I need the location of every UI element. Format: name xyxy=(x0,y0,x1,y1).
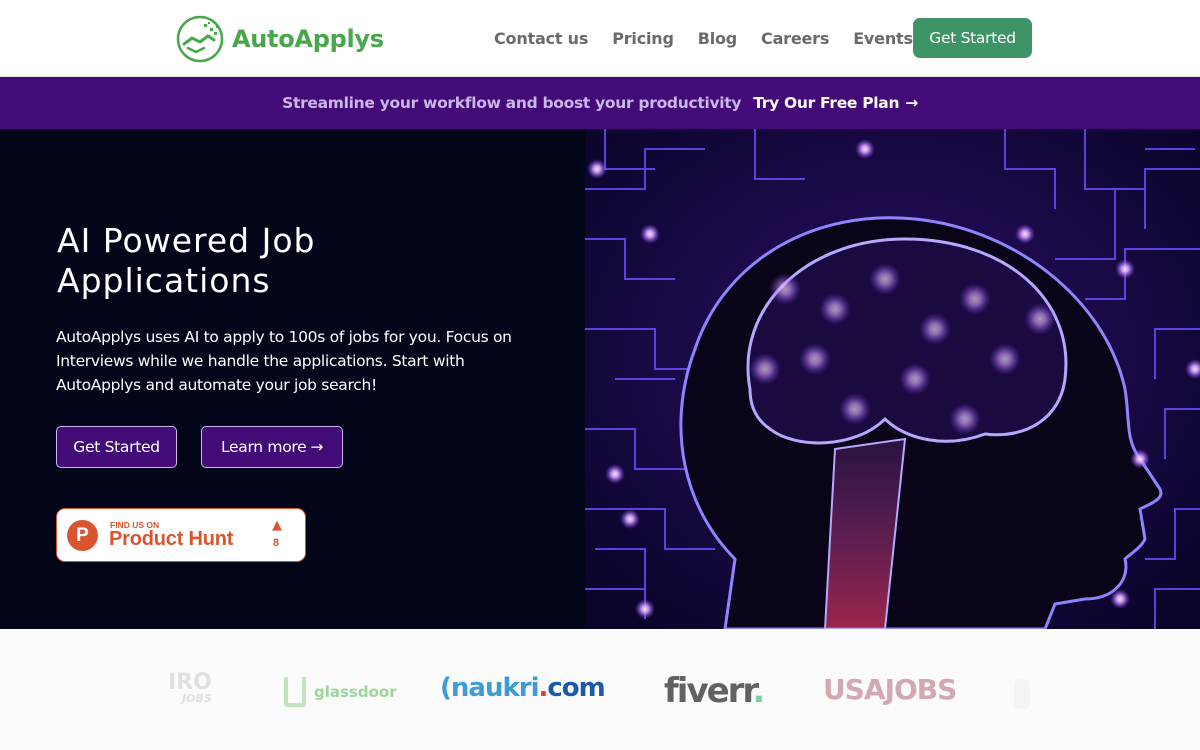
product-hunt-name: Product Hunt xyxy=(109,528,234,550)
learn-more-button[interactable]: Learn more → xyxy=(201,426,343,468)
partner-logo-faded xyxy=(1014,679,1030,709)
glow-dot xyxy=(635,599,655,619)
hero-get-started-button[interactable]: Get Started xyxy=(56,426,177,468)
header-get-started-button[interactable]: Get Started xyxy=(913,18,1032,58)
partner-logo-fiverr-text: fiverr xyxy=(664,671,754,711)
nav-events[interactable]: Events xyxy=(853,29,913,48)
glow-dot xyxy=(749,353,781,385)
nav-blog[interactable]: Blog xyxy=(698,29,738,48)
glow-dot xyxy=(959,283,991,315)
partner-logo-iro-sub: JOBS xyxy=(182,692,212,705)
glow-dot xyxy=(1024,303,1056,335)
promo-text: Streamline your workflow and boost your … xyxy=(282,94,742,112)
glow-dot xyxy=(855,139,875,159)
glow-dot xyxy=(769,273,801,305)
arrow-right-icon: → xyxy=(905,94,918,112)
naukri-swoosh-icon: ( xyxy=(440,673,452,703)
ai-brain-illustration xyxy=(585,129,1200,629)
hero-title-line1: AI Powered Job xyxy=(57,221,316,260)
site-header: AutoApplys Contact us Pricing Blog Caree… xyxy=(0,0,1200,77)
partner-logo-naukri-text: naukri xyxy=(450,673,540,703)
glow-dot xyxy=(869,263,901,295)
partner-logo-iro-jobs: IRO JOBS xyxy=(168,672,212,705)
handshake-circuit-icon xyxy=(176,15,224,63)
nav-careers[interactable]: Careers xyxy=(761,29,829,48)
brand-name: AutoApplys xyxy=(232,25,384,53)
learn-more-label: Learn more xyxy=(220,438,307,456)
glow-dot xyxy=(899,363,931,395)
glow-dot xyxy=(819,293,851,325)
glow-dot xyxy=(1115,259,1135,279)
hero-section: AI Powered Job Applications AutoApplys u… xyxy=(0,129,1200,629)
nav-contact-us[interactable]: Contact us xyxy=(494,29,588,48)
partner-logo-usajobs: USAJOBS xyxy=(823,673,957,706)
try-free-plan-label: Try Our Free Plan xyxy=(753,94,900,112)
partner-logo-naukri-suffix: com xyxy=(547,673,605,703)
glow-dot xyxy=(1110,589,1130,609)
hero-description: AutoApplys uses AI to apply to 100s of j… xyxy=(56,328,512,394)
glow-dot xyxy=(989,343,1021,375)
brain-circuit-graphic xyxy=(585,129,1200,629)
glow-dot xyxy=(799,343,831,375)
hero-title-line2: Applications xyxy=(57,261,271,300)
try-free-plan-link[interactable]: Try Our Free Plan → xyxy=(753,94,918,112)
upvote-count: 8 xyxy=(273,537,280,549)
glow-dot xyxy=(919,313,951,345)
glow-dot xyxy=(949,403,981,435)
glow-dot xyxy=(620,509,640,529)
glassdoor-door-icon xyxy=(284,677,306,707)
partner-logo-fiverr: fiverr. xyxy=(664,671,765,711)
partner-logos-strip: IRO JOBS glassdoor (naukri.com fiverr. U… xyxy=(0,629,1200,750)
hero-title: AI Powered Job Applications xyxy=(57,221,315,301)
partner-logo-fiverr-dot: . xyxy=(752,671,765,711)
hero-content: AI Powered Job Applications AutoApplys u… xyxy=(0,129,585,629)
product-hunt-logo-icon: P xyxy=(67,520,98,551)
glow-dot xyxy=(1130,449,1150,469)
partner-logo-glassdoor: glassdoor xyxy=(284,677,397,707)
brand-logo[interactable]: AutoApplys xyxy=(174,14,384,64)
glow-dot xyxy=(1015,224,1035,244)
arrow-right-icon: → xyxy=(310,438,324,456)
product-hunt-badge[interactable]: P FIND US ON Product Hunt ▲ 8 xyxy=(56,508,306,562)
partner-logo-naukri: (naukri.com xyxy=(440,673,606,703)
nav-pricing[interactable]: Pricing xyxy=(612,29,674,48)
triangle-up-icon: ▲ xyxy=(272,518,282,533)
partner-logo-glassdoor-text: glassdoor xyxy=(314,683,397,701)
glow-dot xyxy=(587,159,607,179)
glow-dot xyxy=(605,464,625,484)
promo-banner: Streamline your workflow and boost your … xyxy=(0,77,1200,129)
glow-dot xyxy=(640,224,660,244)
glow-dot xyxy=(839,393,871,425)
main-nav: Contact us Pricing Blog Careers Events xyxy=(494,18,937,58)
